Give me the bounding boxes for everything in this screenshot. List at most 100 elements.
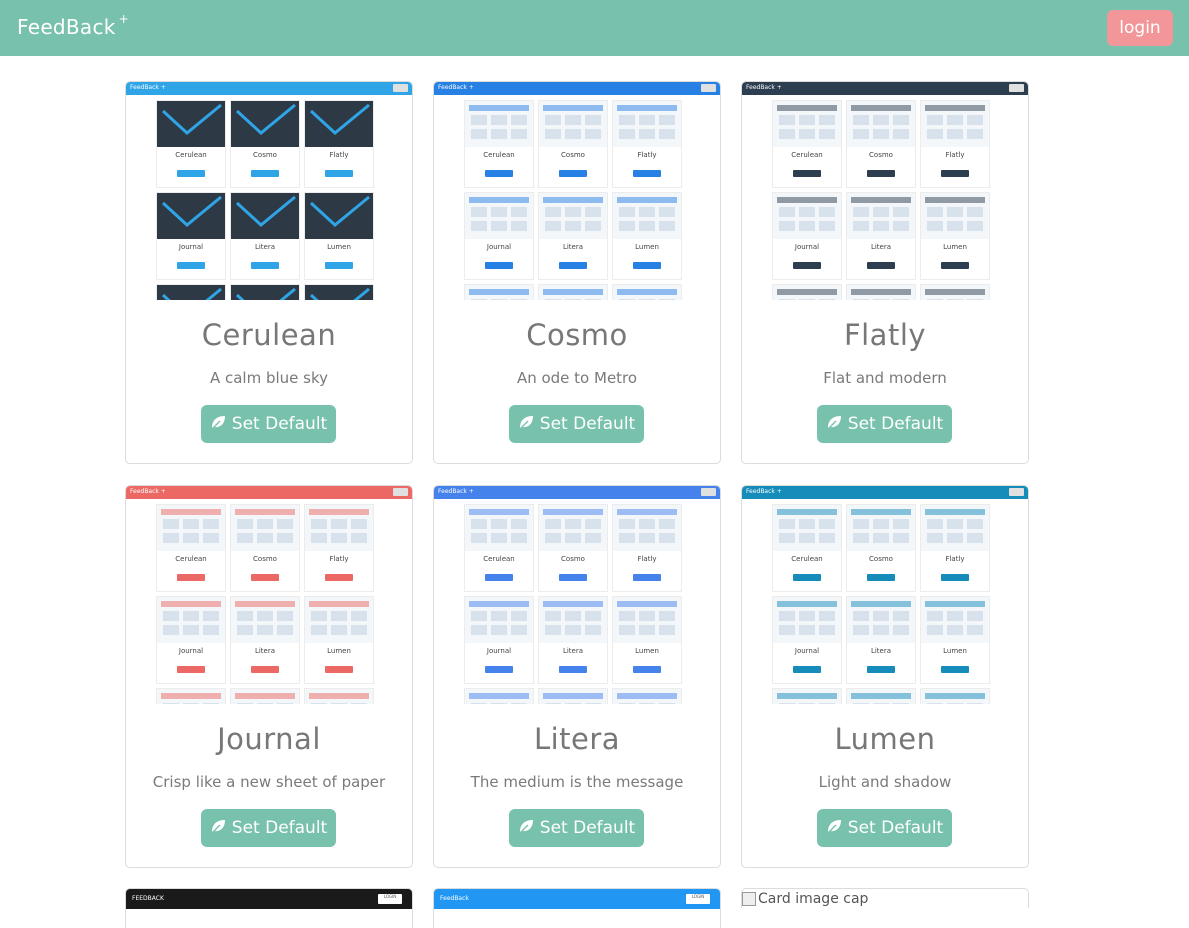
thumb-image — [157, 285, 225, 300]
thumb-title: Journal — [794, 243, 820, 251]
preview-brand: FeedBack — [440, 895, 469, 902]
thumb-image — [157, 689, 225, 704]
preview-navbar: FeedBack + — [126, 82, 412, 95]
thumb-image — [773, 101, 841, 147]
thumb-card: Lumen — [304, 596, 374, 684]
theme-card: FeedBack + Cerulean Cosmo Flatly Journal Lite… — [433, 485, 721, 868]
thumb-title: Flatly — [329, 151, 349, 159]
thumb-title: Cosmo — [869, 555, 893, 563]
theme-description: Crisp like a new sheet of paper — [152, 773, 386, 791]
thumb-title: Flatly — [637, 151, 657, 159]
thumb-button — [941, 574, 969, 581]
preview-login — [1009, 84, 1024, 92]
thumb-image — [613, 505, 681, 551]
theme-description: An ode to Metro — [516, 369, 638, 387]
thumb-button — [177, 170, 205, 177]
thumb-image — [921, 193, 989, 239]
thumb-card: Minty — [304, 284, 374, 300]
thumb-card: Journal — [464, 596, 534, 684]
thumb-button — [941, 666, 969, 673]
thumb-card: Litera — [538, 596, 608, 684]
navbar: FeedBack + login — [0, 0, 1189, 56]
leaf-icon — [210, 818, 226, 839]
thumb-image — [539, 505, 607, 551]
thumb-button — [485, 574, 513, 581]
theme-description: Flat and modern — [823, 369, 947, 387]
set-default-button[interactable]: Set Default — [509, 809, 644, 847]
brand-link[interactable]: FeedBack + — [17, 12, 129, 39]
thumb-image — [773, 193, 841, 239]
set-default-label: Set Default — [847, 414, 944, 434]
thumb-title: Litera — [254, 243, 276, 251]
theme-card: FeedBack + Cerulean Cosmo Flatly Journal Lite… — [741, 81, 1029, 464]
thumb-card: Cerulean — [156, 504, 226, 592]
thumb-image — [539, 689, 607, 704]
thumb-image — [539, 597, 607, 643]
thumb-card: Materia — [230, 284, 300, 300]
set-default-button[interactable]: Set Default — [201, 809, 336, 847]
thumb-card: Litera — [538, 192, 608, 280]
leaf-icon — [518, 414, 534, 435]
theme-preview-image: FeedBack + Cerulean Cosmo Flatly Journal Lite… — [434, 486, 720, 704]
thumb-image — [465, 193, 533, 239]
preview-brand: FeedBack + — [438, 488, 474, 495]
thumb-image — [921, 505, 989, 551]
preview-navbar: FeedBack + — [742, 486, 1028, 499]
thumb-card: Journal — [156, 596, 226, 684]
theme-card-partial: FEEDBACK LOGIN — [125, 888, 413, 928]
thumb-card: Lumen — [920, 596, 990, 684]
thumb-button — [633, 262, 661, 269]
thumb-button — [251, 574, 279, 581]
thumb-card: Flatly — [920, 100, 990, 188]
thumb-image — [231, 285, 299, 300]
set-default-button[interactable]: Set Default — [817, 809, 952, 847]
thumb-card: Minty — [304, 688, 374, 704]
thumb-card: Minty — [920, 284, 990, 300]
preview-navbar: FeedBack + — [434, 82, 720, 95]
thumb-button — [559, 170, 587, 177]
theme-card: FeedBack + Cerulean Cosmo Flatly Journal Lite… — [433, 81, 721, 464]
thumb-card: Cosmo — [846, 504, 916, 592]
thumb-image — [921, 597, 989, 643]
thumb-button — [177, 574, 205, 581]
thumb-card: Litera — [846, 192, 916, 280]
thumb-card: Minty — [612, 688, 682, 704]
thumb-button — [485, 262, 513, 269]
thumb-title: Litera — [254, 647, 276, 655]
set-default-label: Set Default — [539, 818, 636, 838]
thumb-image — [847, 193, 915, 239]
theme-title: Litera — [533, 722, 621, 756]
thumb-image — [613, 193, 681, 239]
thumb-button — [325, 170, 353, 177]
preview-navbar: FEEDBACK LOGIN — [126, 889, 412, 909]
thumb-card: Cosmo — [230, 100, 300, 188]
thumb-title: Cerulean — [175, 151, 207, 159]
thumb-title: Journal — [486, 647, 512, 655]
thumb-title: Cosmo — [561, 151, 585, 159]
theme-card: FeedBack + Cerulean Cosmo Flatly Journal Lite… — [125, 485, 413, 868]
thumb-card: Cerulean — [464, 100, 534, 188]
set-default-button[interactable]: Set Default — [509, 405, 644, 443]
thumb-title: Lumen — [943, 243, 967, 251]
set-default-button[interactable]: Set Default — [201, 405, 336, 443]
thumb-image — [305, 505, 373, 551]
theme-card: FeedBack + Cerulean Cosmo Flatly Journal Lite… — [741, 485, 1029, 868]
thumb-title: Cerulean — [483, 555, 515, 563]
preview-login — [393, 84, 408, 92]
thumb-card: Cosmo — [230, 504, 300, 592]
thumb-button — [325, 574, 353, 581]
set-default-button[interactable]: Set Default — [817, 405, 952, 443]
preview-login — [701, 488, 716, 496]
thumb-image — [157, 597, 225, 643]
thumb-button — [177, 262, 205, 269]
thumb-card: Lux — [156, 688, 226, 704]
login-button[interactable]: login — [1107, 10, 1173, 46]
thumb-image — [231, 597, 299, 643]
thumb-card: Flatly — [304, 504, 374, 592]
thumb-card: Litera — [846, 596, 916, 684]
thumb-image — [305, 597, 373, 643]
thumb-title: Litera — [870, 243, 892, 251]
thumb-image — [465, 505, 533, 551]
thumb-card: Materia — [846, 688, 916, 704]
thumb-title: Cerulean — [175, 555, 207, 563]
